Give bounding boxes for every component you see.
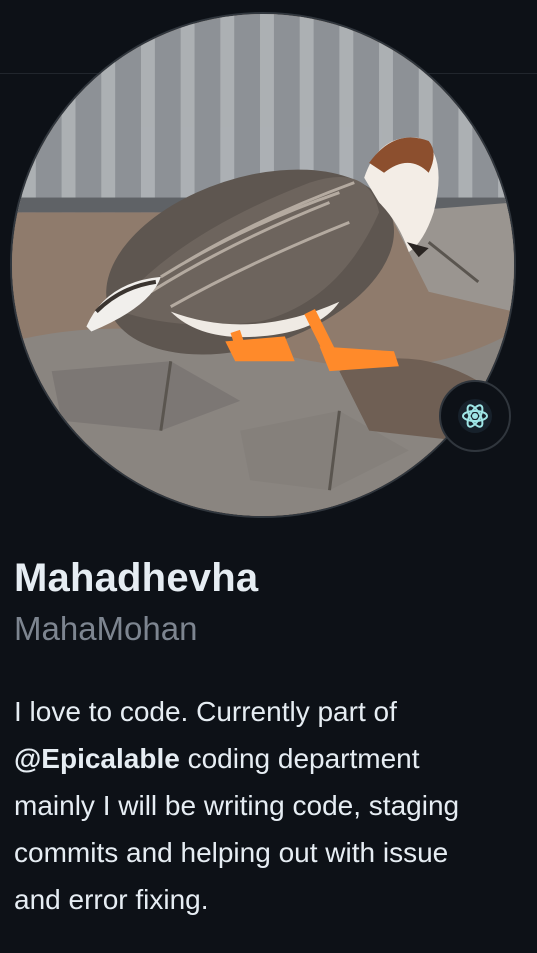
atom-emoji-icon (458, 399, 492, 433)
goose-avatar-image (12, 14, 514, 516)
bio-text: coding department (179, 743, 420, 774)
avatar[interactable] (10, 12, 516, 518)
status-badge[interactable] (439, 380, 511, 452)
bio-line: mainly I will be writing code, staging (14, 790, 460, 821)
profile-page: Mahadhevha MahaMohan I love to code. Cur… (0, 0, 537, 953)
bio-line: @Epicalable coding department (14, 735, 529, 782)
mention-link[interactable]: @Epicalable (14, 743, 180, 774)
profile-name: Mahadhevha (14, 556, 259, 600)
bio-line: and error fixing. (14, 884, 209, 915)
bio-line: commits and helping out with issue (14, 837, 449, 868)
bio-line: I love to code. Currently part of (14, 696, 397, 727)
profile-bio: I love to code. Currently part of @Epica… (14, 688, 529, 923)
profile-username: MahaMohan (14, 610, 198, 647)
